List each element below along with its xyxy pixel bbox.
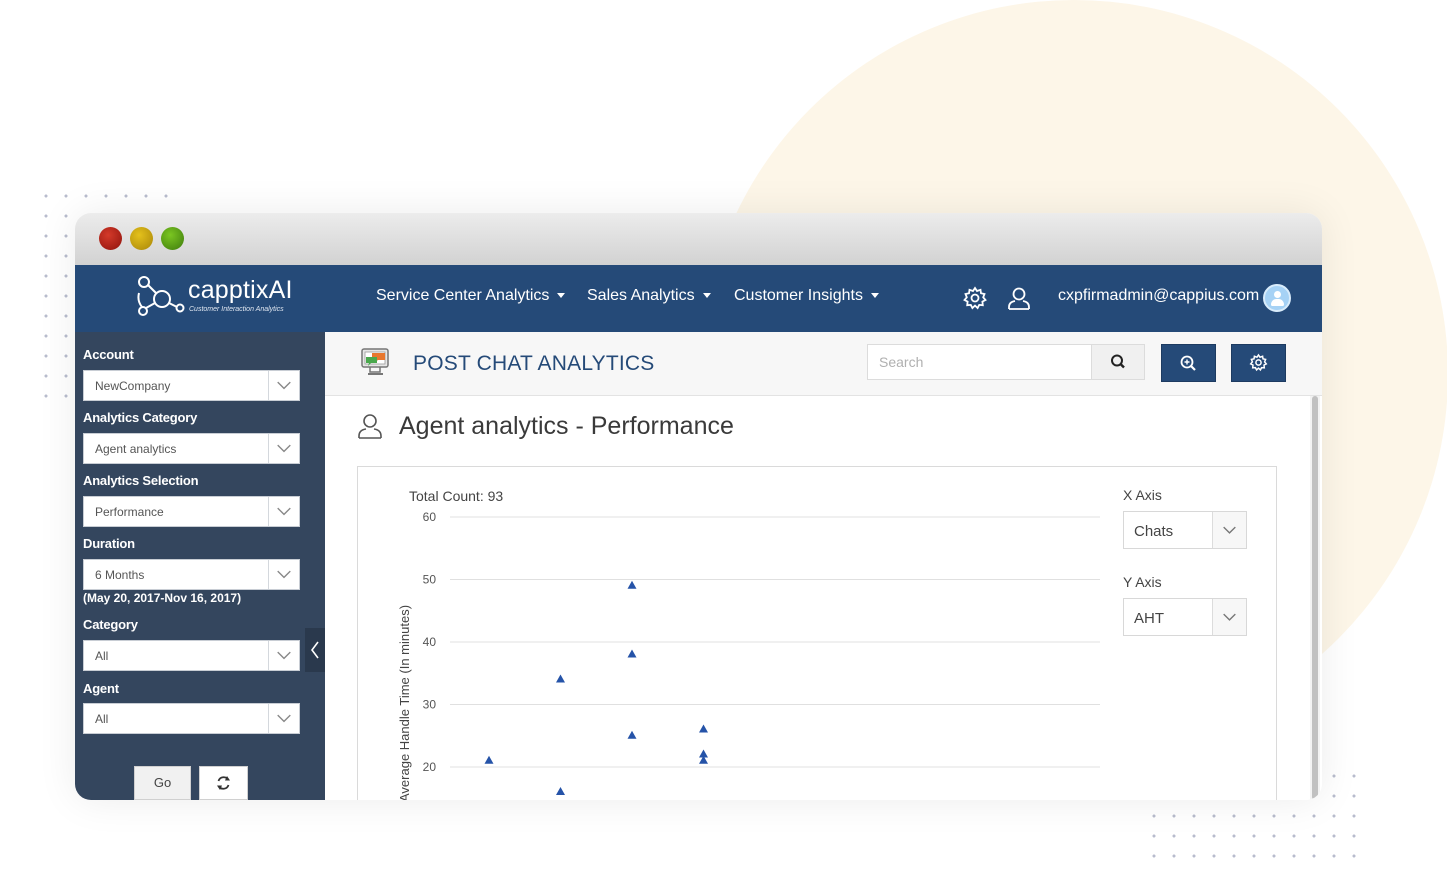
data-point[interactable]: [556, 674, 565, 683]
duration-range-note: (May 20, 2017-Nov 16, 2017): [83, 591, 242, 605]
y-axis-value: AHT: [1134, 610, 1164, 627]
settings-button[interactable]: [1231, 344, 1286, 382]
y-tick-label: 40: [423, 635, 437, 649]
data-point[interactable]: [484, 755, 494, 764]
chevron-down-icon: [268, 560, 291, 589]
app-window: capptixAI Customer Interaction Analytics…: [75, 213, 1322, 800]
page-title: POST CHAT ANALYTICS: [413, 352, 655, 375]
stage: capptixAI Customer Interaction Analytics…: [0, 0, 1447, 877]
analytics-category-select[interactable]: Agent analytics: [83, 433, 300, 464]
user-email[interactable]: cxpfirmadmin@cappius.com: [1058, 287, 1259, 305]
user-icon: [358, 414, 382, 439]
account-label: Account: [83, 347, 134, 362]
nav-sales-analytics[interactable]: Sales Analytics: [587, 287, 711, 305]
agent-value: All: [95, 712, 109, 726]
close-window-button[interactable]: [99, 227, 122, 250]
minimize-window-button[interactable]: [130, 227, 153, 250]
caret-down-icon: [557, 293, 566, 299]
chat-analytics-icon: [361, 348, 389, 375]
go-button[interactable]: Go: [134, 766, 191, 800]
data-point[interactable]: [627, 730, 637, 739]
account-value: NewCompany: [95, 379, 171, 393]
agent-label: Agent: [83, 681, 119, 696]
filter-sidebar: Account NewCompany Analytics Category Ag…: [75, 332, 325, 800]
user-icon[interactable]: [1006, 285, 1032, 311]
y-tick-label: 60: [423, 510, 437, 524]
y-axis-select[interactable]: AHT: [1123, 598, 1247, 636]
app-logo[interactable]: capptixAI Customer Interaction Analytics: [136, 275, 296, 321]
zoom-in-button[interactable]: [1161, 344, 1216, 382]
data-point[interactable]: [699, 724, 708, 733]
main-content: POST CHAT ANALYTICS Search Agent analyti…: [325, 332, 1322, 800]
zoom-in-icon: [1180, 355, 1196, 371]
y-tick-label: 50: [423, 573, 437, 587]
y-tick-label: 30: [423, 698, 437, 712]
nav-item-label: Service Center Analytics: [376, 287, 550, 304]
top-navbar: capptixAI Customer Interaction Analytics…: [75, 265, 1322, 332]
nav-service-center-analytics[interactable]: Service Center Analytics: [376, 287, 566, 305]
vertical-scrollbar[interactable]: [1310, 396, 1320, 800]
logo-tagline: Customer Interaction Analytics: [189, 306, 284, 313]
analytics-selection-value: Performance: [95, 505, 164, 519]
chevron-down-icon: [268, 497, 291, 526]
search-button[interactable]: [1091, 344, 1145, 380]
nav-item-label: Sales Analytics: [587, 287, 695, 304]
chevron-down-icon: [1212, 599, 1246, 635]
category-value: All: [95, 649, 109, 663]
analytics-selection-select[interactable]: Performance: [83, 496, 300, 527]
chevron-down-icon: [268, 704, 291, 733]
x-axis-value: Chats: [1134, 523, 1174, 540]
refresh-button[interactable]: [199, 766, 248, 800]
logo-network-icon: [137, 276, 185, 316]
gear-icon: [1249, 353, 1268, 372]
x-axis-label: X Axis: [1123, 487, 1162, 503]
chevron-down-icon: [268, 371, 291, 400]
caret-down-icon: [702, 293, 711, 299]
data-point[interactable]: [556, 787, 565, 795]
y-axis-title: Average Handle Time (In minutes): [397, 605, 412, 800]
nav-customer-insights[interactable]: Customer Insights: [734, 287, 879, 305]
data-point[interactable]: [627, 649, 637, 658]
avatar[interactable]: [1263, 284, 1291, 312]
logo-text: capptixAI: [188, 276, 293, 304]
y-axis-label: Y Axis: [1123, 574, 1162, 590]
chart-panel: Total Count: 93 20 30 40 50 60 Average Handle…: [357, 466, 1277, 800]
caret-down-icon: [870, 293, 879, 299]
scatter-chart: 20 30 40 50 60 Average Handle Time (In minute…: [397, 510, 1100, 800]
analytics-category-value: Agent analytics: [95, 442, 177, 456]
duration-label: Duration: [83, 536, 135, 551]
refresh-icon: [217, 776, 230, 790]
chevron-left-icon: [311, 641, 319, 659]
analytics-category-label: Analytics Category: [83, 410, 198, 425]
gear-icon[interactable]: [962, 285, 988, 311]
y-tick-label: 20: [423, 760, 437, 774]
scrollbar-thumb[interactable]: [1312, 396, 1318, 800]
chevron-down-icon: [1212, 512, 1246, 548]
section-title: Agent analytics - Performance: [399, 412, 734, 440]
data-point[interactable]: [627, 580, 637, 589]
chevron-down-icon: [268, 434, 291, 463]
duration-select[interactable]: 6 Months: [83, 559, 300, 590]
search-input[interactable]: [867, 344, 1092, 380]
window-titlebar: [75, 213, 1322, 265]
sidebar-collapse-toggle[interactable]: [305, 628, 325, 672]
page-header: POST CHAT ANALYTICS: [325, 332, 1322, 396]
nav-item-label: Customer Insights: [734, 287, 863, 304]
maximize-window-button[interactable]: [161, 227, 184, 250]
analytics-selection-label: Analytics Selection: [83, 473, 199, 488]
account-select[interactable]: NewCompany: [83, 370, 300, 401]
category-label: Category: [83, 617, 138, 632]
agent-select[interactable]: All: [83, 703, 300, 734]
x-axis-select[interactable]: Chats: [1123, 511, 1247, 549]
search-icon: [1111, 354, 1125, 369]
chevron-down-icon: [268, 641, 291, 670]
duration-value: 6 Months: [95, 568, 145, 582]
category-select[interactable]: All: [83, 640, 300, 671]
